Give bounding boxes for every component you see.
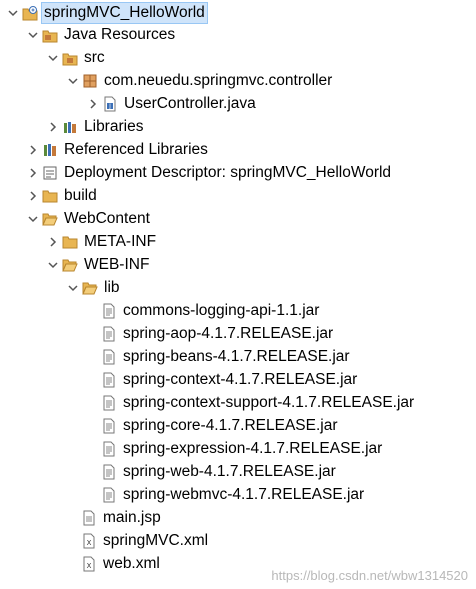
jar-file-icon bbox=[101, 418, 117, 434]
folder-icon bbox=[42, 188, 58, 204]
tree-node-webcontent[interactable]: WebContent bbox=[0, 207, 476, 230]
tree-node-label: Libraries bbox=[84, 117, 144, 135]
tree-node-package[interactable]: com.neuedu.springmvc.controller bbox=[0, 69, 476, 92]
chevron-right-icon[interactable] bbox=[45, 234, 61, 250]
chevron-down-icon[interactable] bbox=[25, 211, 41, 227]
referenced-libraries-icon bbox=[42, 142, 58, 158]
svg-text:X: X bbox=[87, 562, 92, 570]
tree-node-jar[interactable]: commons-logging-api-1.1.jar bbox=[0, 299, 476, 322]
tree-node-jar[interactable]: spring-context-4.1.7.RELEASE.jar bbox=[0, 368, 476, 391]
svg-text:X: X bbox=[87, 539, 92, 547]
jar-file-icon bbox=[101, 441, 117, 457]
folder-open-icon bbox=[62, 257, 78, 273]
tree-node-label: spring-context-support-4.1.7.RELEASE.jar bbox=[123, 393, 415, 411]
tree-node-build[interactable]: build bbox=[0, 184, 476, 207]
chevron-right-icon[interactable] bbox=[25, 165, 41, 181]
folder-open-icon bbox=[82, 280, 98, 296]
tree-node-label: com.neuedu.springmvc.controller bbox=[104, 71, 333, 89]
tree-node-main-jsp[interactable]: main.jsp bbox=[0, 506, 476, 529]
jsp-file-icon bbox=[81, 510, 97, 526]
chevron-down-icon[interactable] bbox=[45, 257, 61, 273]
tree-node-label: springMVC_HelloWorld bbox=[41, 1, 208, 24]
chevron-down-icon[interactable] bbox=[45, 50, 61, 66]
tree-node-springmvc-xml[interactable]: X springMVC.xml bbox=[0, 529, 476, 552]
tree-node-label: spring-expression-4.1.7.RELEASE.jar bbox=[123, 439, 383, 457]
tree-node-label: main.jsp bbox=[103, 508, 161, 526]
svg-text:J: J bbox=[108, 103, 111, 110]
chevron-right-icon[interactable] bbox=[45, 119, 61, 135]
tree-node-jar[interactable]: spring-expression-4.1.7.RELEASE.jar bbox=[0, 437, 476, 460]
tree-node-label: WebContent bbox=[64, 209, 150, 227]
tree-node-project[interactable]: springMVC_HelloWorld bbox=[0, 1, 476, 24]
project-icon bbox=[22, 5, 38, 21]
tree-node-usercontroller[interactable]: J UserController.java bbox=[0, 92, 476, 115]
chevron-right-icon[interactable] bbox=[25, 142, 41, 158]
tree-node-label: web.xml bbox=[103, 554, 160, 572]
tree-node-label: spring-web-4.1.7.RELEASE.jar bbox=[123, 462, 336, 480]
tree-node-meta-inf[interactable]: META-INF bbox=[0, 230, 476, 253]
tree-node-jar[interactable]: spring-web-4.1.7.RELEASE.jar bbox=[0, 460, 476, 483]
watermark: https://blog.csdn.net/wbw1314520 bbox=[271, 568, 468, 583]
tree-node-jar[interactable]: spring-beans-4.1.7.RELEASE.jar bbox=[0, 345, 476, 368]
tree-node-label: WEB-INF bbox=[84, 255, 150, 273]
tree-node-label: commons-logging-api-1.1.jar bbox=[123, 301, 320, 319]
chevron-right-icon[interactable] bbox=[25, 188, 41, 204]
tree-node-label: UserController.java bbox=[124, 94, 256, 112]
tree-node-label: spring-webmvc-4.1.7.RELEASE.jar bbox=[123, 485, 365, 503]
tree-node-label: build bbox=[64, 186, 97, 204]
jar-file-icon bbox=[101, 303, 117, 319]
xml-file-icon: X bbox=[81, 556, 97, 572]
tree-node-label: lib bbox=[104, 278, 120, 296]
tree-node-jar[interactable]: spring-context-support-4.1.7.RELEASE.jar bbox=[0, 391, 476, 414]
tree-node-lib[interactable]: lib bbox=[0, 276, 476, 299]
tree-node-label: spring-aop-4.1.7.RELEASE.jar bbox=[123, 324, 334, 342]
tree-node-libraries[interactable]: Libraries bbox=[0, 115, 476, 138]
source-folder-icon bbox=[62, 50, 78, 66]
deployment-descriptor-icon bbox=[42, 165, 58, 181]
chevron-down-icon[interactable] bbox=[65, 280, 81, 296]
java-resources-icon bbox=[42, 27, 58, 43]
tree-node-referenced-libraries[interactable]: Referenced Libraries bbox=[0, 138, 476, 161]
tree-node-jar[interactable]: spring-aop-4.1.7.RELEASE.jar bbox=[0, 322, 476, 345]
libraries-icon bbox=[62, 119, 78, 135]
tree-node-label: src bbox=[84, 48, 105, 66]
chevron-down-icon[interactable] bbox=[65, 73, 81, 89]
xml-file-icon: X bbox=[81, 533, 97, 549]
tree-node-java-resources[interactable]: Java Resources bbox=[0, 23, 476, 46]
chevron-down-icon[interactable] bbox=[25, 27, 41, 43]
jar-file-icon bbox=[101, 372, 117, 388]
jar-file-icon bbox=[101, 395, 117, 411]
chevron-right-icon[interactable] bbox=[85, 96, 101, 112]
folder-icon bbox=[62, 234, 78, 250]
tree-node-label: spring-context-4.1.7.RELEASE.jar bbox=[123, 370, 358, 388]
tree-node-label: Java Resources bbox=[64, 25, 176, 43]
jar-file-icon bbox=[101, 326, 117, 342]
tree-node-label: Deployment Descriptor: springMVC_HelloWo… bbox=[64, 163, 392, 181]
folder-open-icon bbox=[42, 211, 58, 227]
tree-node-src[interactable]: src bbox=[0, 46, 476, 69]
chevron-down-icon[interactable] bbox=[5, 5, 21, 21]
tree-node-label: Referenced Libraries bbox=[64, 140, 208, 158]
tree-node-label: springMVC.xml bbox=[103, 531, 209, 549]
package-icon bbox=[82, 73, 98, 89]
jar-file-icon bbox=[101, 464, 117, 480]
jar-file-icon bbox=[101, 349, 117, 365]
jar-file-icon bbox=[101, 487, 117, 503]
java-file-icon: J bbox=[102, 96, 118, 112]
project-explorer-tree: springMVC_HelloWorld Java Resources src … bbox=[0, 0, 476, 589]
tree-node-jar[interactable]: spring-core-4.1.7.RELEASE.jar bbox=[0, 414, 476, 437]
tree-node-jar[interactable]: spring-webmvc-4.1.7.RELEASE.jar bbox=[0, 483, 476, 506]
tree-node-web-inf[interactable]: WEB-INF bbox=[0, 253, 476, 276]
tree-node-deployment-descriptor[interactable]: Deployment Descriptor: springMVC_HelloWo… bbox=[0, 161, 476, 184]
tree-node-label: META-INF bbox=[84, 232, 157, 250]
tree-node-label: spring-core-4.1.7.RELEASE.jar bbox=[123, 416, 338, 434]
tree-node-label: spring-beans-4.1.7.RELEASE.jar bbox=[123, 347, 350, 365]
